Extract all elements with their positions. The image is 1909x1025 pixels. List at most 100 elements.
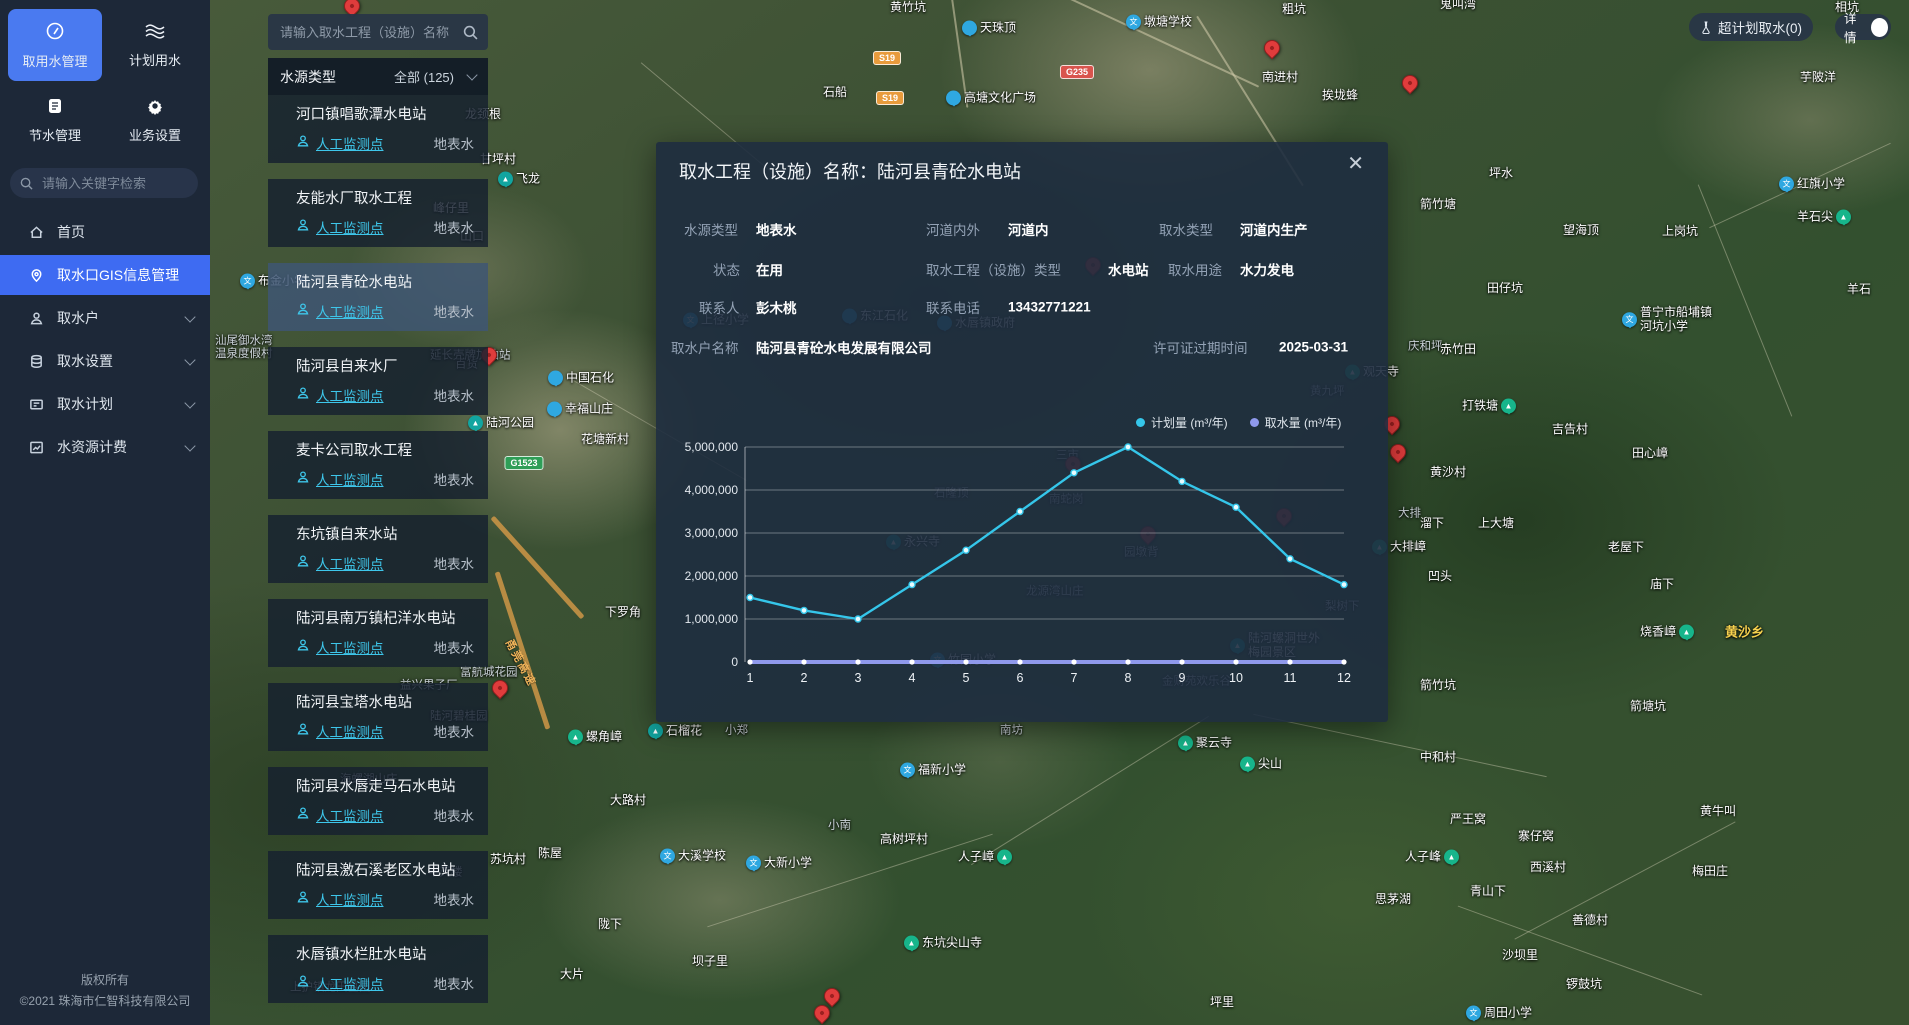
facility-list-item[interactable]: 麦卡公司取水工程人工监测点地表水 [268, 431, 488, 499]
map-label-text: 羊石尖 [1797, 210, 1833, 224]
map-label-text: 红旗小学 [1797, 177, 1845, 191]
map-label: 思茅湖 [1375, 893, 1411, 907]
monitor-type-link[interactable]: 人工监测点 [316, 217, 384, 237]
monitor-type-link[interactable]: 人工监测点 [316, 637, 384, 657]
map-label: 石船 [823, 86, 847, 100]
facility-list-item[interactable]: 陆河县自来水厂人工监测点地表水 [268, 347, 488, 415]
map-label: 梅田庄 [1692, 865, 1728, 879]
svg-text:5: 5 [963, 671, 970, 685]
facility-list-item[interactable]: 陆河县青砼水电站人工监测点地表水 [268, 263, 488, 331]
sidebar-item-pin[interactable]: 取水口GIS信息管理 [0, 255, 210, 295]
sidebar-search[interactable] [10, 168, 198, 198]
map-label-text: 石榴花 [666, 724, 702, 738]
facility-search[interactable] [268, 14, 488, 50]
module-button-3[interactable]: 节水管理 [8, 84, 102, 156]
map-label: 坝子里 [692, 955, 728, 969]
over-plan-intake-button[interactable]: 超计划取水(0) [1689, 13, 1813, 41]
person-icon [296, 218, 310, 237]
module-label: 节水管理 [29, 125, 81, 144]
monitor-type-link[interactable]: 人工监测点 [316, 721, 384, 741]
chevron-down-icon[interactable] [184, 440, 195, 451]
map-label-text: 黄沙乡 [1725, 626, 1764, 641]
sidebar-item-label: 取水口GIS信息管理 [57, 265, 179, 285]
map-label: 天珠顶 [962, 21, 1016, 36]
map-label-text: 青山下 [1470, 885, 1506, 899]
map-label-text: 田仔坑 [1487, 282, 1523, 296]
facility-search-input[interactable] [278, 24, 463, 41]
sidebar-item-card[interactable]: 取水计划 [0, 384, 210, 424]
facility-list-item[interactable]: 陆河县水唇走马石水电站人工监测点地表水 [268, 767, 488, 835]
scenic-poi-icon: ▲ [498, 172, 513, 187]
copyright: 版权所有 ©2021 珠海市仁智科技有限公司 [0, 970, 210, 1011]
home-icon [28, 224, 44, 240]
person-icon [296, 974, 310, 993]
peak-poi-icon: ▲ [1240, 757, 1255, 772]
facility-list-item[interactable]: 水唇镇水栏肚水电站人工监测点地表水 [268, 935, 488, 1003]
person-icon [296, 806, 310, 825]
map-label: 南坊 [1000, 724, 1023, 737]
chart-legend: 计划量 (m³/年)取水量 (m³/年) [1136, 414, 1341, 431]
chevron-down-icon[interactable] [466, 69, 477, 80]
map-label-text: 南进村 [1262, 71, 1298, 85]
map-label: 大排 [1398, 507, 1421, 520]
sidebar-item-home[interactable]: 首页 [0, 212, 210, 252]
monitor-type-link[interactable]: 人工监测点 [316, 889, 384, 909]
facility-list-item[interactable]: 河口镇唱歌潭水电站人工监测点地表水 [268, 95, 488, 163]
filter-value[interactable]: 全部 (125) [394, 67, 454, 86]
facility-name: 水唇镇水栏肚水电站 [296, 943, 476, 964]
module-button-4[interactable]: 业务设置 [108, 84, 202, 156]
facility-list-item[interactable]: 陆河县宝塔水电站人工监测点地表水 [268, 683, 488, 751]
map-label-text: 石船 [823, 86, 847, 100]
monitor-type-link[interactable]: 人工监测点 [316, 385, 384, 405]
sidebar-item-user[interactable]: 取水户 [0, 298, 210, 338]
sidebar-item-chart[interactable]: 水资源计费 [0, 427, 210, 467]
monitor-type-link[interactable]: 人工监测点 [316, 469, 384, 489]
monitor-type-link[interactable]: 人工监测点 [316, 133, 384, 153]
close-icon[interactable]: ✕ [1347, 154, 1364, 174]
chevron-down-icon[interactable] [184, 311, 195, 322]
svg-text:2,000,000: 2,000,000 [685, 569, 739, 583]
svg-text:3,000,000: 3,000,000 [685, 526, 739, 540]
toggle-knob[interactable] [1871, 18, 1888, 37]
facility-list-item[interactable]: 陆河县激石溪老区水电站人工监测点地表水 [268, 851, 488, 919]
monitor-type-link[interactable]: 人工监测点 [316, 973, 384, 993]
road-badge: G1523 [504, 456, 543, 470]
blue-poi-icon [962, 21, 977, 36]
map-label: 严王窝 [1450, 813, 1486, 827]
legend-label: 取水量 (m³/年) [1265, 414, 1342, 431]
map-label: 沙坝里 [1502, 949, 1538, 963]
water-source-filter[interactable]: 水源类型 全部 (125) [268, 58, 488, 95]
search-icon[interactable] [463, 25, 478, 40]
details-toggle[interactable]: 详情 [1835, 14, 1891, 40]
school-poi-icon: 文 [660, 849, 675, 864]
chevron-down-icon[interactable] [184, 397, 195, 408]
chevron-down-icon[interactable] [184, 354, 195, 365]
scenic-poi-icon: ▲ [648, 724, 663, 739]
map-label: ▲尖山 [1240, 757, 1282, 772]
map-label: 上岗坑 [1662, 225, 1698, 239]
map-label: 下罗角 [605, 606, 641, 620]
monitor-type-link[interactable]: 人工监测点 [316, 553, 384, 573]
map-label: 箭塘坑 [1630, 700, 1666, 714]
facility-list-item[interactable]: 友能水厂取水工程人工监测点地表水 [268, 179, 488, 247]
map-label: 寨仔窝 [1518, 830, 1554, 844]
facility-list: 河口镇唱歌潭水电站人工监测点地表水友能水厂取水工程人工监测点地表水陆河县青砼水电… [268, 95, 488, 1019]
module-button-1[interactable]: 取用水管理 [8, 9, 102, 81]
blue-poi-icon [547, 402, 562, 417]
map-label-text: 大排 [1398, 507, 1421, 520]
school-poi-icon: 文 [1466, 1006, 1481, 1021]
sidebar-item-db[interactable]: 取水设置 [0, 341, 210, 381]
db-icon [28, 353, 44, 369]
module-button-2[interactable]: 计划用水 [108, 9, 202, 81]
monitor-type-link[interactable]: 人工监测点 [316, 301, 384, 321]
sidebar-search-input[interactable] [40, 175, 184, 192]
facility-list-item[interactable]: 东坑镇自来水站人工监测点地表水 [268, 515, 488, 583]
water-source-type: 地表水 [434, 637, 477, 657]
facility-list-item[interactable]: 陆河县南万镇杞洋水电站人工监测点地表水 [268, 599, 488, 667]
map-label-text: 赤竹田 [1440, 343, 1476, 357]
map-label-text: 西溪村 [1530, 861, 1566, 875]
school-poi-icon: 文 [746, 856, 761, 871]
card-icon [28, 396, 44, 412]
monitor-type-link[interactable]: 人工监测点 [316, 805, 384, 825]
map-label: 庆和坪 [1408, 340, 1443, 353]
